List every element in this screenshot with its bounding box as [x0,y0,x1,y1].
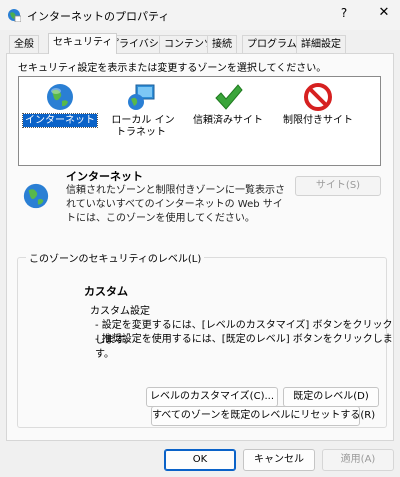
selected-zone-name: インターネット [66,170,143,183]
intranet-icon [128,84,155,110]
tab-security[interactable]: セキュリティ [48,33,118,54]
tab-general[interactable]: 全般 [9,35,39,53]
restricted-icon [304,83,332,111]
apply-button[interactable]: 適用(A) [322,449,394,471]
zone-instruction: セキュリティ設定を表示または変更するゾーンを選択してください。 [18,63,327,74]
selected-zone-description: 信頼されたゾーンと制限付きゾーンに一覧表示されていないすべてのインターネットの … [66,185,285,224]
customize-level-button[interactable]: レベルのカスタマイズ(C)... [146,387,278,407]
default-level-button[interactable]: 既定のレベル(D) [283,387,379,407]
window-title: インターネットのプロパティ [27,10,170,23]
close-button[interactable]: ✕ [376,5,392,21]
tab-programs[interactable]: プログラム [242,35,302,53]
zone-label-internet: インターネット [22,113,98,128]
zone-restricted-sites[interactable]: 制限付きサイト [281,81,355,155]
zone-trusted-sites[interactable]: 信頼済みサイト [191,81,265,155]
help-button[interactable]: ? [336,6,352,22]
zone-internet[interactable]: インターネット [22,81,98,155]
zone-label-local-intranet: ローカル イントラネット [111,115,175,138]
zone-local-intranet[interactable]: ローカル イントラネット [105,81,179,155]
zone-list[interactable]: インターネット ローカル イントラネット 信頼済みサイト 制限付きサイト [18,76,381,166]
level-instruction-2: - 推奨設定を使用するには、[既定のレベル] ボタンをクリックします。 [95,334,393,360]
level-heading: カスタム [84,285,128,298]
internet-options-icon [8,9,21,22]
level-title: カスタム設定 [90,306,150,317]
cancel-button[interactable]: キャンセル [243,449,315,471]
globe-icon [23,183,49,209]
globe-icon [47,84,73,110]
security-level-legend: このゾーンのセキュリティのレベル(L) [26,250,205,265]
zone-label-restricted-sites: 制限付きサイト [283,115,353,126]
zone-label-trusted-sites: 信頼済みサイト [193,115,263,126]
checkmark-icon [215,84,243,110]
tab-connections[interactable]: 接続 [207,35,237,53]
ok-button[interactable]: OK [164,449,236,471]
tab-advanced[interactable]: 詳細設定 [296,35,346,53]
reset-all-zones-button[interactable]: すべてのゾーンを既定のレベルにリセットする(R) [151,406,375,426]
sites-button[interactable]: サイト(S) [295,176,381,196]
